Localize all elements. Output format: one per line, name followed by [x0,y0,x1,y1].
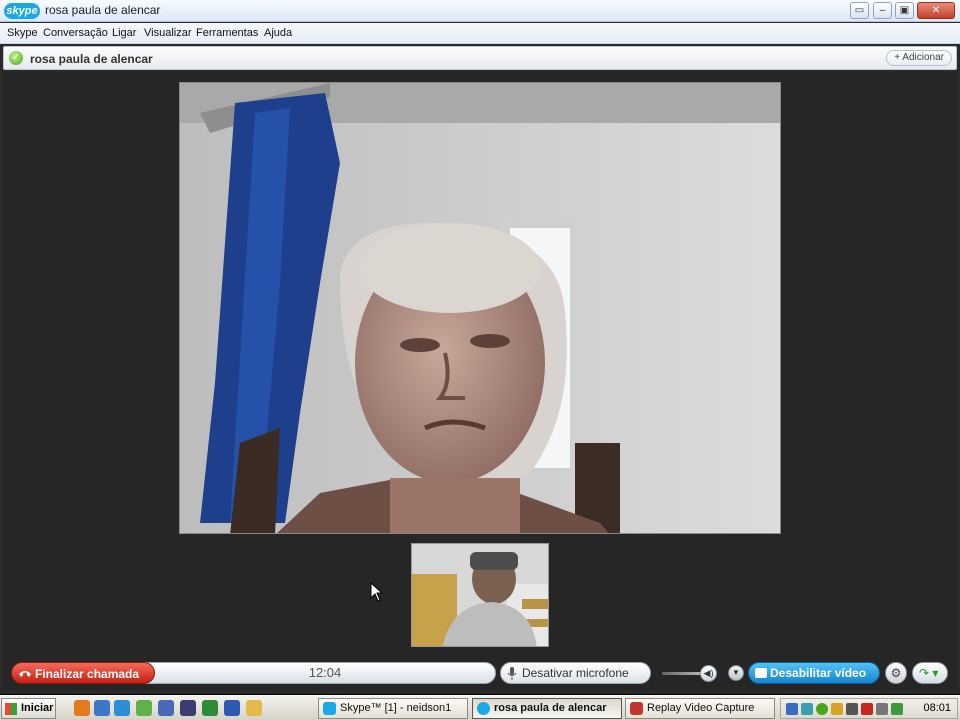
contact-name[interactable]: rosa paula de alencar [30,52,153,66]
volume-menu-chevron-icon[interactable]: ▼ [728,665,744,681]
title-bar: skype rosa paula de alencar ▭ – ▣ ✕ [0,0,960,22]
maximize-button[interactable]: ▣ [895,2,914,19]
sync-icon[interactable] [801,703,813,715]
menu-bar: Skype Conversação Ligar Visualizar Ferra… [0,23,960,44]
skype-call-window: skype rosa paula de alencar ▭ – ▣ ✕ Skyp… [0,0,960,694]
taskbar-item-skype-main[interactable]: Skype™ [1] - neidson1 [318,698,468,719]
end-call-label: Finalizar chamada [35,667,140,681]
video-capture-icon [630,702,643,715]
network-icon[interactable] [786,703,798,715]
taskbar-item-replay-video-capture[interactable]: Replay Video Capture [625,698,775,719]
hang-up-icon [19,671,31,677]
menu-conversacao[interactable]: Conversação [43,27,108,39]
contact-header: ✓ rosa paula de alencar + Adicionar [3,46,957,70]
menu-ligar[interactable]: Ligar [112,27,136,39]
online-status-icon: ✓ [9,51,23,65]
minimize-button[interactable]: – [873,2,892,19]
microphone-icon [507,667,517,680]
close-button[interactable]: ✕ [917,2,955,19]
clock: 08:01 [923,702,951,714]
remote-video-feed [179,82,781,534]
start-label: Iniciar [21,702,54,714]
excel-icon[interactable] [202,700,218,716]
start-button[interactable]: Iniciar [1,698,56,719]
alert-icon[interactable] [831,703,843,715]
volume-slider[interactable] [662,672,704,675]
messenger-icon[interactable] [136,700,152,716]
mute-label: Desativar microfone [522,666,629,680]
folder-icon[interactable] [246,700,262,716]
skype-icon [477,702,490,715]
video-camera-icon [755,668,767,678]
speaker-icon[interactable]: ◀) [700,665,717,682]
remote-video-image [180,83,780,533]
windows-taskbar: Iniciar Skype™ [1] - neidson1 rosa paula… [0,695,960,720]
call-timer: 12:04 [140,662,496,684]
menu-skype[interactable]: Skype [7,27,38,39]
call-options-button[interactable]: ↷ ▾ [912,662,948,684]
word-icon[interactable] [224,700,240,716]
mouse-cursor-icon [370,582,384,602]
disable-video-button[interactable]: Desabilitar vídeo [748,662,880,684]
volume-icon[interactable] [846,703,858,715]
video-toggle-label: Desabilitar vídeo [770,666,867,680]
menu-visualizar[interactable]: Visualizar [144,27,192,39]
shield-icon[interactable] [876,703,888,715]
taskbar-item-call-window[interactable]: rosa paula de alencar [472,698,622,719]
system-tray: 08:01 [780,698,958,719]
end-call-button[interactable]: Finalizar chamada [11,662,155,684]
restore-window-button[interactable]: ▭ [850,2,869,19]
skype-tray-icon[interactable] [816,703,828,715]
task-label: Skype™ [1] - neidson1 [340,702,452,714]
call-settings-icon[interactable]: ⚙ [885,662,907,684]
mute-microphone-button[interactable]: Desativar microfone [500,662,651,684]
menu-ajuda[interactable]: Ajuda [264,27,292,39]
window-title: rosa paula de alencar [45,3,161,17]
media-icon[interactable] [158,700,174,716]
task-label: Replay Video Capture [647,702,755,714]
firefox-icon[interactable] [74,700,90,716]
browser-icon[interactable] [94,700,110,716]
player-icon[interactable] [180,700,196,716]
skype-logo: skype [4,3,40,19]
task-label: rosa paula de alencar [494,702,607,714]
menu-ferramentas[interactable]: Ferramentas [196,27,258,39]
self-video-image [412,544,548,646]
skype-icon [323,702,336,715]
safely-remove-icon[interactable] [891,703,903,715]
windows-logo-icon [5,703,17,715]
add-contact-button[interactable]: + Adicionar [886,50,952,66]
antivirus-icon[interactable] [861,703,873,715]
self-video-preview[interactable] [411,543,549,647]
ie-icon[interactable] [114,700,130,716]
